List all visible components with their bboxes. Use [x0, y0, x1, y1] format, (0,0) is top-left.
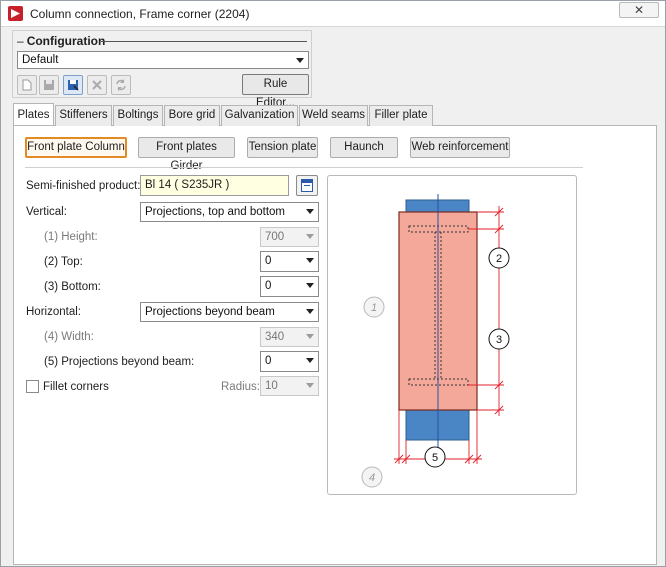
- projections-select-value: 0: [265, 355, 272, 367]
- callout-5-text: 5: [432, 452, 438, 464]
- chevron-down-icon: [306, 209, 314, 214]
- height-label: (1) Height:: [44, 231, 98, 243]
- new-config-button[interactable]: [17, 75, 37, 95]
- chevron-down-icon: [306, 258, 314, 263]
- haunch-button[interactable]: Haunch: [330, 137, 398, 158]
- tab-boltings[interactable]: Boltings: [113, 105, 163, 126]
- web-reinforcement-button[interactable]: Web reinforcement: [410, 137, 510, 158]
- configuration-select[interactable]: Default: [17, 51, 309, 69]
- dialog-window: Column connection, Frame corner (2204) ✕…: [0, 0, 666, 567]
- chevron-down-icon: [306, 309, 314, 314]
- top-select[interactable]: 0: [260, 251, 319, 272]
- save-as-icon: [68, 80, 79, 91]
- bottom-select-value: 0: [265, 280, 272, 292]
- fillet-corners-checkbox[interactable]: [26, 380, 39, 393]
- semi-finished-field[interactable]: Bl 14 ( S235JR ): [140, 175, 289, 196]
- semi-finished-label: Semi-finished product:: [26, 180, 141, 192]
- width-select-value: 340: [265, 331, 285, 343]
- fillet-corners-label: Fillet corners: [43, 381, 109, 393]
- horizontal-label: Horizontal:: [26, 306, 81, 318]
- app-icon: [8, 6, 23, 21]
- horizontal-select-value: Projections beyond beam: [145, 306, 275, 318]
- callout-1-text: 1: [371, 302, 377, 314]
- catalog-icon: [301, 179, 313, 192]
- tab-bore-grid[interactable]: Bore grid: [164, 105, 220, 126]
- callout-3: 3: [488, 328, 510, 350]
- chevron-down-icon: [306, 334, 314, 339]
- callout-1: 1: [363, 296, 385, 318]
- callout-2-text: 2: [496, 253, 502, 265]
- callout-4: 4: [361, 466, 383, 488]
- close-button[interactable]: ✕: [619, 2, 659, 18]
- chevron-down-icon: [296, 58, 304, 63]
- top-label: (2) Top:: [44, 256, 83, 268]
- tab-stiffeners[interactable]: Stiffeners: [55, 105, 112, 126]
- new-icon: [22, 79, 32, 91]
- vertical-label: Vertical:: [26, 206, 67, 218]
- horizontal-select[interactable]: Projections beyond beam: [140, 302, 319, 322]
- height-select-value: 700: [265, 231, 285, 243]
- projections-label: (5) Projections beyond beam:: [44, 356, 195, 368]
- configuration-group: – Configuration Default Rule Editor...: [12, 30, 312, 109]
- width-select[interactable]: 340: [260, 327, 319, 347]
- bottom-label: (3) Bottom:: [44, 281, 101, 293]
- tab-weld-seams[interactable]: Weld seams: [299, 105, 368, 126]
- save-as-config-button[interactable]: [63, 75, 83, 95]
- configuration-divider: [101, 41, 307, 42]
- section-divider: [25, 167, 583, 168]
- tension-plate-button[interactable]: Tension plate: [247, 137, 318, 158]
- chevron-down-icon: [306, 383, 314, 388]
- width-label: (4) Width:: [44, 331, 94, 343]
- plate-diagram: 2 3 5 1 4: [361, 194, 510, 488]
- chevron-down-icon: [306, 283, 314, 288]
- callout-3-text: 3: [496, 334, 502, 346]
- plate-diagram-panel: 2 3 5 1 4: [327, 175, 577, 495]
- callout-4-text: 4: [369, 472, 375, 484]
- configuration-title: Configuration: [26, 34, 106, 48]
- chevron-down-icon: [306, 234, 314, 239]
- configuration-legend: – Configuration: [17, 34, 106, 48]
- save-icon: [44, 80, 54, 90]
- window-title: Column connection, Frame corner (2204): [30, 7, 250, 21]
- callout-2: 2: [488, 247, 510, 269]
- tab-filler-plate[interactable]: Filler plate: [369, 105, 433, 126]
- radius-select-value: 10: [265, 380, 278, 392]
- vertical-select[interactable]: Projections, top and bottom: [140, 202, 319, 222]
- rule-editor-button[interactable]: Rule Editor...: [242, 74, 309, 109]
- tab-plates[interactable]: Plates: [13, 103, 54, 125]
- delete-icon: [92, 80, 102, 90]
- vertical-select-value: Projections, top and bottom: [145, 206, 285, 218]
- radius-label: Radius:: [221, 381, 260, 393]
- configuration-select-value: Default: [22, 54, 59, 66]
- save-config-button[interactable]: [39, 75, 59, 95]
- tab-galvanization[interactable]: Galvanization: [221, 105, 298, 126]
- bottom-select[interactable]: 0: [260, 276, 319, 297]
- title-bar: Column connection, Frame corner (2204) ✕: [1, 1, 665, 27]
- top-select-value: 0: [265, 255, 272, 267]
- projections-select[interactable]: 0: [260, 351, 319, 372]
- height-select[interactable]: 700: [260, 227, 319, 247]
- callout-5: 5: [424, 446, 446, 468]
- refresh-config-button[interactable]: [111, 75, 131, 95]
- delete-config-button[interactable]: [87, 75, 107, 95]
- radius-select[interactable]: 10: [260, 376, 319, 396]
- refresh-icon: [116, 79, 126, 91]
- chevron-down-icon: [306, 358, 314, 363]
- front-plate-column-button[interactable]: Front plate Column: [25, 137, 127, 158]
- product-browse-button[interactable]: [296, 175, 318, 196]
- front-plates-girder-button[interactable]: Front plates Girder: [138, 137, 235, 172]
